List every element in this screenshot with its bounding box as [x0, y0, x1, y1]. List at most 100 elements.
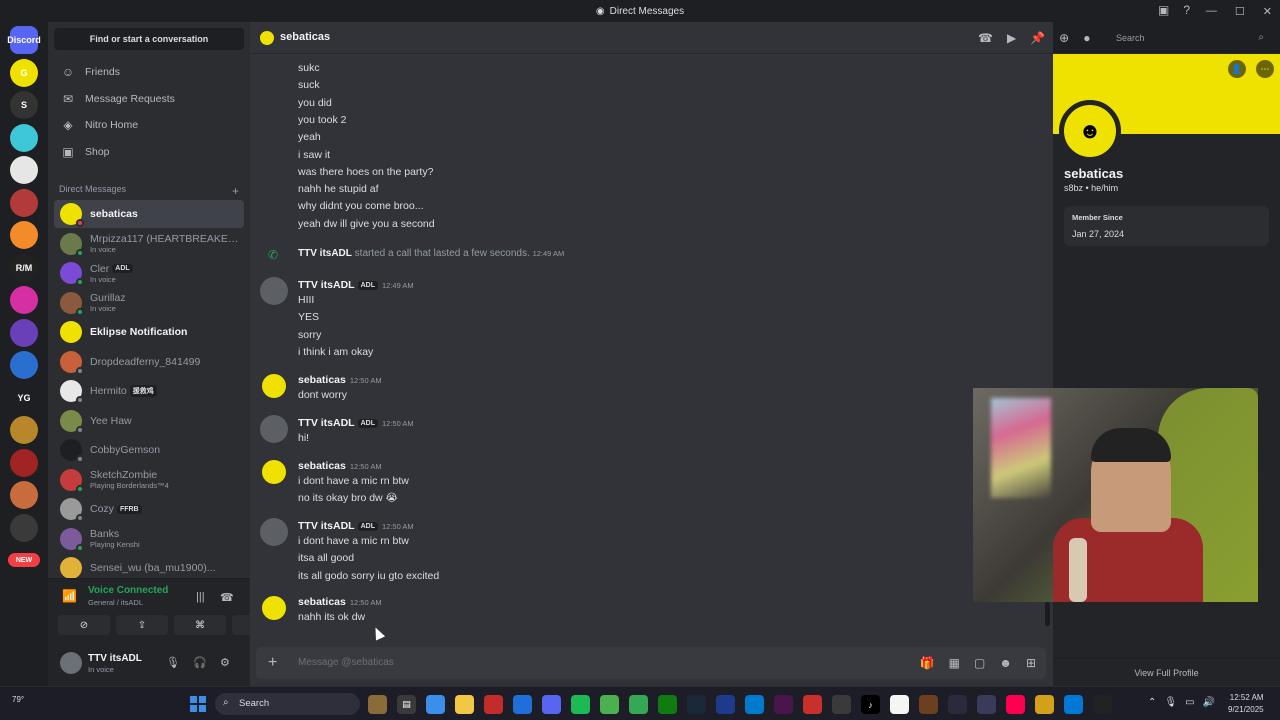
server-icon[interactable]: NEW	[8, 553, 40, 567]
server-icon[interactable]: YG	[10, 383, 38, 412]
avatar[interactable]	[60, 652, 82, 674]
more-options-icon[interactable]: ⋯	[1256, 60, 1274, 78]
voice-status-title[interactable]: Voice Connected	[88, 585, 168, 596]
signal-icon[interactable]: 📶	[62, 589, 77, 603]
attach-plus-icon[interactable]: +	[268, 654, 277, 672]
headphones-icon[interactable]: 🎧	[193, 656, 207, 669]
weather-widget[interactable]: 79°	[12, 695, 24, 704]
taskbar-app-icon[interactable]	[977, 695, 996, 714]
taskbar-app-icon[interactable]	[658, 695, 677, 714]
server-icon[interactable]	[10, 318, 38, 347]
taskbar-app-icon[interactable]	[948, 695, 967, 714]
server-icon[interactable]	[10, 351, 38, 379]
avatar[interactable]	[260, 518, 288, 546]
server-icon[interactable]	[10, 188, 38, 217]
server-icon[interactable]	[10, 286, 38, 314]
taskbar-app-icon[interactable]	[571, 695, 590, 714]
taskbar-app-icon[interactable]	[600, 695, 619, 714]
disconnect-icon[interactable]: ☎	[220, 591, 234, 604]
taskbar-app-icon[interactable]	[1064, 695, 1083, 714]
taskbar-app-icon[interactable]	[687, 695, 706, 714]
user-name[interactable]: TTV itsADL	[88, 653, 142, 664]
dm-item[interactable]: Gurillaz In voice	[54, 289, 244, 317]
voice-call-icon[interactable]: ☎	[978, 31, 993, 45]
taskbar-app-icon[interactable]	[629, 695, 648, 714]
pin-icon[interactable]: 📌	[1030, 31, 1045, 45]
message-author[interactable]: sebaticas	[298, 596, 346, 608]
taskbar-app-icon[interactable]	[745, 695, 764, 714]
taskbar-app-icon[interactable]	[455, 695, 474, 714]
server-icon[interactable]	[10, 123, 38, 152]
taskbar-app-icon[interactable]	[803, 695, 822, 714]
sticker-icon[interactable]: ▢	[974, 656, 985, 670]
camera-off-button[interactable]: ⊘	[58, 615, 110, 635]
gift-icon[interactable]: 🎁	[920, 656, 935, 670]
message-author[interactable]: sebaticas	[298, 460, 346, 472]
dm-item[interactable]: Yee Haw	[54, 407, 244, 435]
emoji-icon[interactable]: ☻	[999, 656, 1012, 670]
server-icon[interactable]	[10, 448, 38, 477]
taskbar-app-icon[interactable]	[774, 695, 793, 714]
dm-item[interactable]: CobbyGemson	[54, 436, 244, 464]
apps-icon[interactable]: ⊞	[1026, 656, 1036, 670]
dm-item[interactable]: Hermito 援救鸡	[54, 377, 244, 405]
maximize-button[interactable]: ☐	[1235, 5, 1245, 18]
microphone-icon[interactable]: 🎙	[166, 656, 180, 669]
settings-gear-icon[interactable]: ⚙	[220, 656, 230, 669]
screen-share-button[interactable]: ⇪	[116, 615, 168, 635]
display-icon[interactable]: ▭	[1185, 697, 1194, 708]
server-icon[interactable]	[10, 481, 38, 509]
server-icon[interactable]: S	[10, 91, 38, 119]
nav-nitro-home[interactable]: ◈ Nitro Home	[54, 113, 244, 137]
scrollbar[interactable]	[1045, 602, 1050, 626]
taskbar-app-icon[interactable]	[1093, 695, 1112, 714]
gif-icon[interactable]: ▦	[949, 656, 960, 670]
help-icon[interactable]: ?	[1183, 3, 1190, 17]
voice-channel-label[interactable]: General / itsADL	[88, 598, 143, 607]
video-call-icon[interactable]: ▶	[1007, 31, 1016, 45]
server-icon[interactable]: G	[10, 58, 38, 87]
taskbar-app-icon[interactable]: ▤	[397, 695, 416, 714]
nav-message-requests[interactable]: ✉ Message Requests	[54, 87, 244, 111]
nav-friends[interactable]: ☺ Friends	[54, 60, 244, 84]
dm-item[interactable]: Banks Playing Kenshi	[54, 525, 244, 553]
taskbar-app-icon[interactable]	[716, 695, 735, 714]
message-author[interactable]: TTV itsADL	[298, 520, 355, 532]
create-dm-button[interactable]: +	[232, 184, 239, 198]
message-author[interactable]: sebaticas	[298, 374, 346, 386]
server-icon[interactable]	[10, 513, 38, 542]
dm-item[interactable]: Cozy FFRB	[54, 495, 244, 523]
chevron-up-icon[interactable]: ⌃	[1148, 697, 1156, 708]
home-discord-icon[interactable]: Discord	[7, 26, 41, 54]
dm-item[interactable]: Mrpizza117 (HEARTBREAKER... In voice	[54, 230, 244, 258]
dm-item[interactable]: Dropdeadferny_841499	[54, 348, 244, 376]
dm-item[interactable]: SketchZombie Playing Borderlands™4	[54, 466, 244, 494]
find-conversation-button[interactable]: Find or start a conversation	[54, 28, 244, 50]
server-icon[interactable]	[10, 221, 38, 249]
taskbar-app-icon[interactable]	[919, 695, 938, 714]
mic-tray-icon[interactable]: 🎙	[1164, 697, 1177, 708]
avatar[interactable]	[260, 594, 288, 622]
avatar[interactable]	[260, 415, 288, 443]
dm-item[interactable]: sebaticas	[54, 200, 244, 228]
message-author[interactable]: TTV itsADL	[298, 279, 355, 291]
volume-icon[interactable]: 🔊	[1203, 697, 1215, 708]
taskbar-app-icon[interactable]	[1035, 695, 1054, 714]
close-button[interactable]: ✕	[1263, 5, 1272, 18]
activity-button[interactable]: ⌘	[174, 615, 226, 635]
message-composer[interactable]: + Message @sebaticas 🎁 ▦ ▢ ☻ ⊞	[256, 647, 1046, 679]
taskbar-clock[interactable]: 12:52 AM 9/21/2025	[1228, 692, 1264, 716]
server-icon[interactable]	[10, 416, 38, 444]
add-friend-icon[interactable]: 👤	[1228, 60, 1246, 78]
message-author[interactable]: TTV itsADL	[298, 417, 355, 429]
avatar[interactable]	[260, 458, 288, 486]
taskbar-app-icon[interactable]	[832, 695, 851, 714]
avatar[interactable]	[260, 277, 288, 305]
avatar[interactable]	[260, 372, 288, 400]
dm-item[interactable]: Cler ADL In voice	[54, 259, 244, 287]
search-input[interactable]: Search ⌕	[1110, 28, 1270, 48]
dm-item[interactable]: Eklipse Notification	[54, 318, 244, 346]
windows-start-icon[interactable]	[190, 696, 206, 712]
noise-suppression-icon[interactable]: |||	[196, 591, 205, 603]
nav-shop[interactable]: ▣ Shop	[54, 140, 244, 164]
